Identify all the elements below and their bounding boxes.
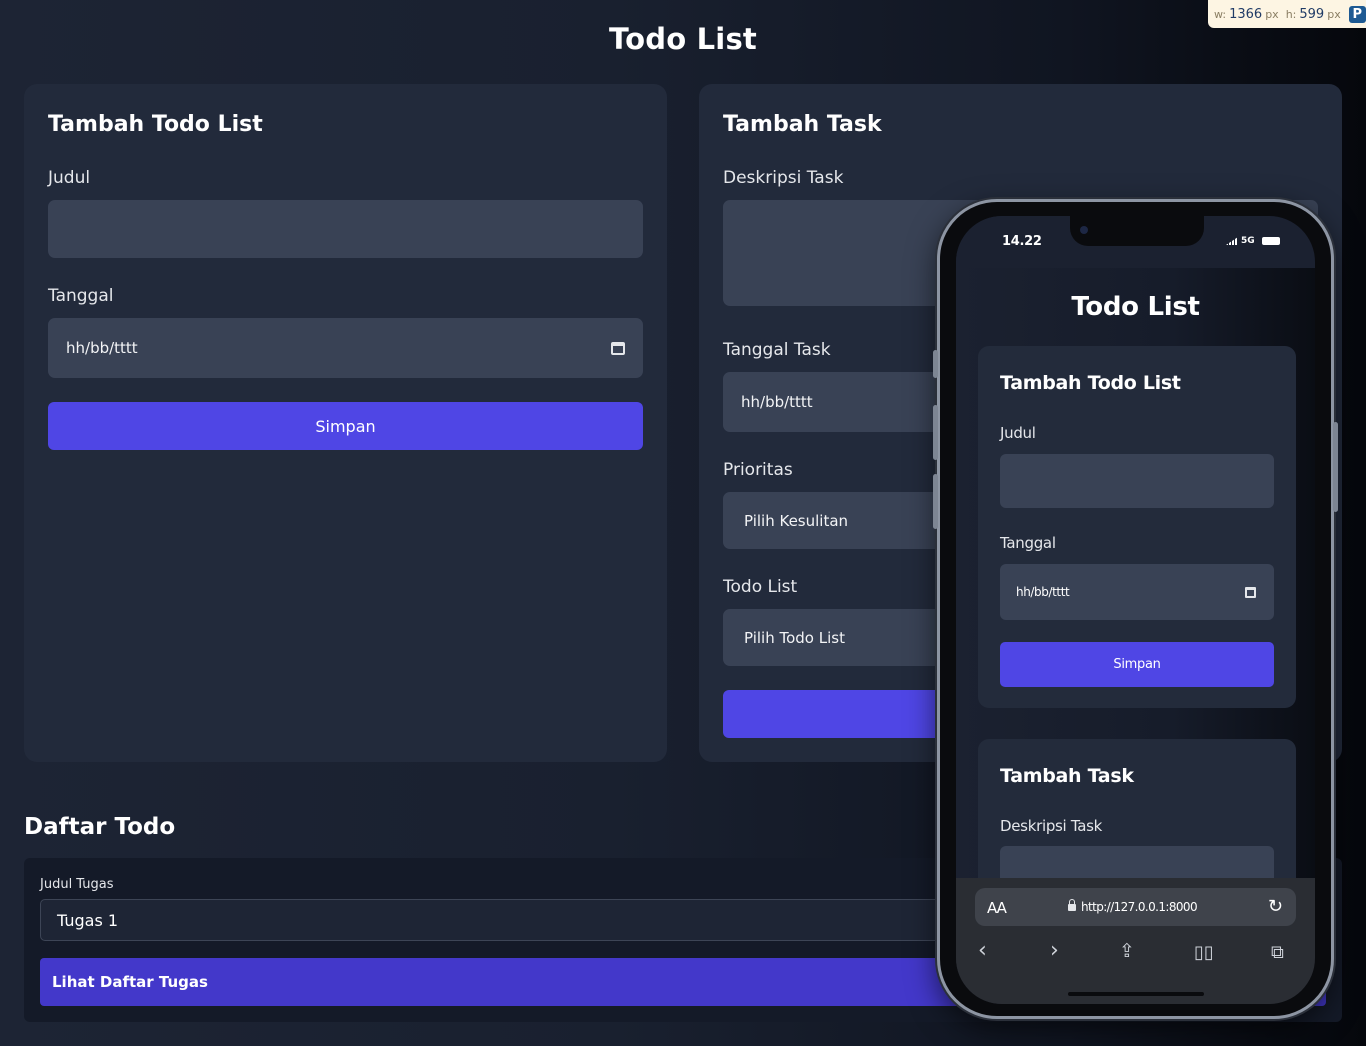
lock-icon: [1068, 899, 1076, 911]
text-size-button[interactable]: AA: [987, 899, 1007, 917]
height-unit: px: [1327, 7, 1341, 21]
width-unit: px: [1265, 7, 1279, 21]
judul-input[interactable]: [48, 200, 643, 258]
mobile-add-task-heading: Tambah Task: [1000, 765, 1134, 787]
power-button: [1333, 422, 1338, 512]
tanggal-input[interactable]: hh/bb/tttt: [48, 318, 643, 378]
volume-down-button: [933, 474, 938, 529]
bookmarks-icon[interactable]: ▯▯: [1194, 942, 1214, 963]
tanggal-placeholder: hh/bb/tttt: [66, 339, 138, 357]
width-label: w:: [1214, 7, 1227, 21]
browser-toolbar: AA http://127.0.0.1:8000 ↻ ‹ › ⇪ ▯▯ ⧉: [956, 878, 1315, 1004]
add-todo-heading: Tambah Todo List: [48, 112, 263, 137]
mobile-tanggal-label: Tanggal: [1000, 534, 1056, 552]
status-time: 14.22: [1002, 234, 1042, 249]
add-todo-card: Tambah Todo List Judul Tanggal hh/bb/ttt…: [24, 84, 667, 762]
home-indicator: [1068, 992, 1204, 996]
judul-label: Judul: [48, 168, 91, 188]
mobile-judul-input[interactable]: [1000, 454, 1274, 508]
tabs-icon[interactable]: ⧉: [1271, 942, 1284, 963]
extension-icon[interactable]: P: [1348, 5, 1366, 23]
todo-list-label: Todo List: [723, 577, 798, 597]
share-icon[interactable]: ⇪: [1119, 940, 1135, 962]
mobile-calendar-icon[interactable]: [1245, 587, 1256, 598]
camera-icon: [1080, 226, 1088, 234]
deskripsi-label: Deskripsi Task: [723, 168, 844, 188]
forward-icon[interactable]: ›: [1050, 938, 1059, 963]
width-value: 1366: [1229, 6, 1263, 22]
address-bar[interactable]: AA http://127.0.0.1:8000 ↻: [975, 888, 1296, 926]
network-type: 5G: [1241, 236, 1255, 246]
signal-indicator: 5G: [1226, 236, 1280, 246]
height-value: 599: [1299, 6, 1325, 22]
status-bar: 14.22 5G: [956, 216, 1315, 268]
prioritas-label: Prioritas: [723, 460, 793, 480]
mobile-add-todo-heading: Tambah Todo List: [1000, 372, 1181, 394]
daftar-todo-heading: Daftar Todo: [24, 814, 176, 840]
mute-switch: [933, 350, 938, 378]
dynamic-island: [1070, 216, 1204, 246]
phone-screen: 14.22 5G Todo List Tambah Todo List Judu…: [956, 216, 1315, 1004]
mobile-deskripsi-label: Deskripsi Task: [1000, 817, 1103, 835]
mobile-page-title: Todo List: [1071, 292, 1200, 322]
phone-mockup: 14.22 5G Todo List Tambah Todo List Judu…: [933, 199, 1338, 1019]
reload-icon[interactable]: ↻: [1268, 896, 1283, 917]
tanggal-task-placeholder: hh/bb/tttt: [741, 393, 813, 411]
page-title: Todo List: [609, 22, 757, 56]
mobile-tanggal-placeholder: hh/bb/tttt: [1016, 585, 1070, 599]
mobile-tanggal-input[interactable]: hh/bb/tttt: [1000, 564, 1274, 620]
mobile-add-todo-card: Tambah Todo List Judul Tanggal hh/bb/ttt…: [978, 346, 1296, 708]
dimension-badge[interactable]: w: 1366 px h: 599 px P: [1208, 0, 1366, 28]
tanggal-label: Tanggal: [48, 286, 114, 306]
battery-icon: [1261, 237, 1280, 245]
signal-bars-icon: [1226, 237, 1238, 245]
add-task-heading: Tambah Task: [723, 112, 882, 137]
calendar-icon[interactable]: [611, 342, 625, 355]
tanggal-task-label: Tanggal Task: [723, 340, 831, 360]
judul-tugas-label: Judul Tugas: [40, 877, 114, 892]
simpan-button[interactable]: Simpan: [48, 402, 643, 450]
mobile-simpan-button[interactable]: Simpan: [1000, 642, 1274, 687]
back-icon[interactable]: ‹: [978, 938, 987, 963]
height-label: h:: [1285, 7, 1297, 21]
url-text[interactable]: http://127.0.0.1:8000: [1081, 900, 1198, 914]
mobile-judul-label: Judul: [1000, 424, 1036, 442]
volume-up-button: [933, 405, 938, 460]
